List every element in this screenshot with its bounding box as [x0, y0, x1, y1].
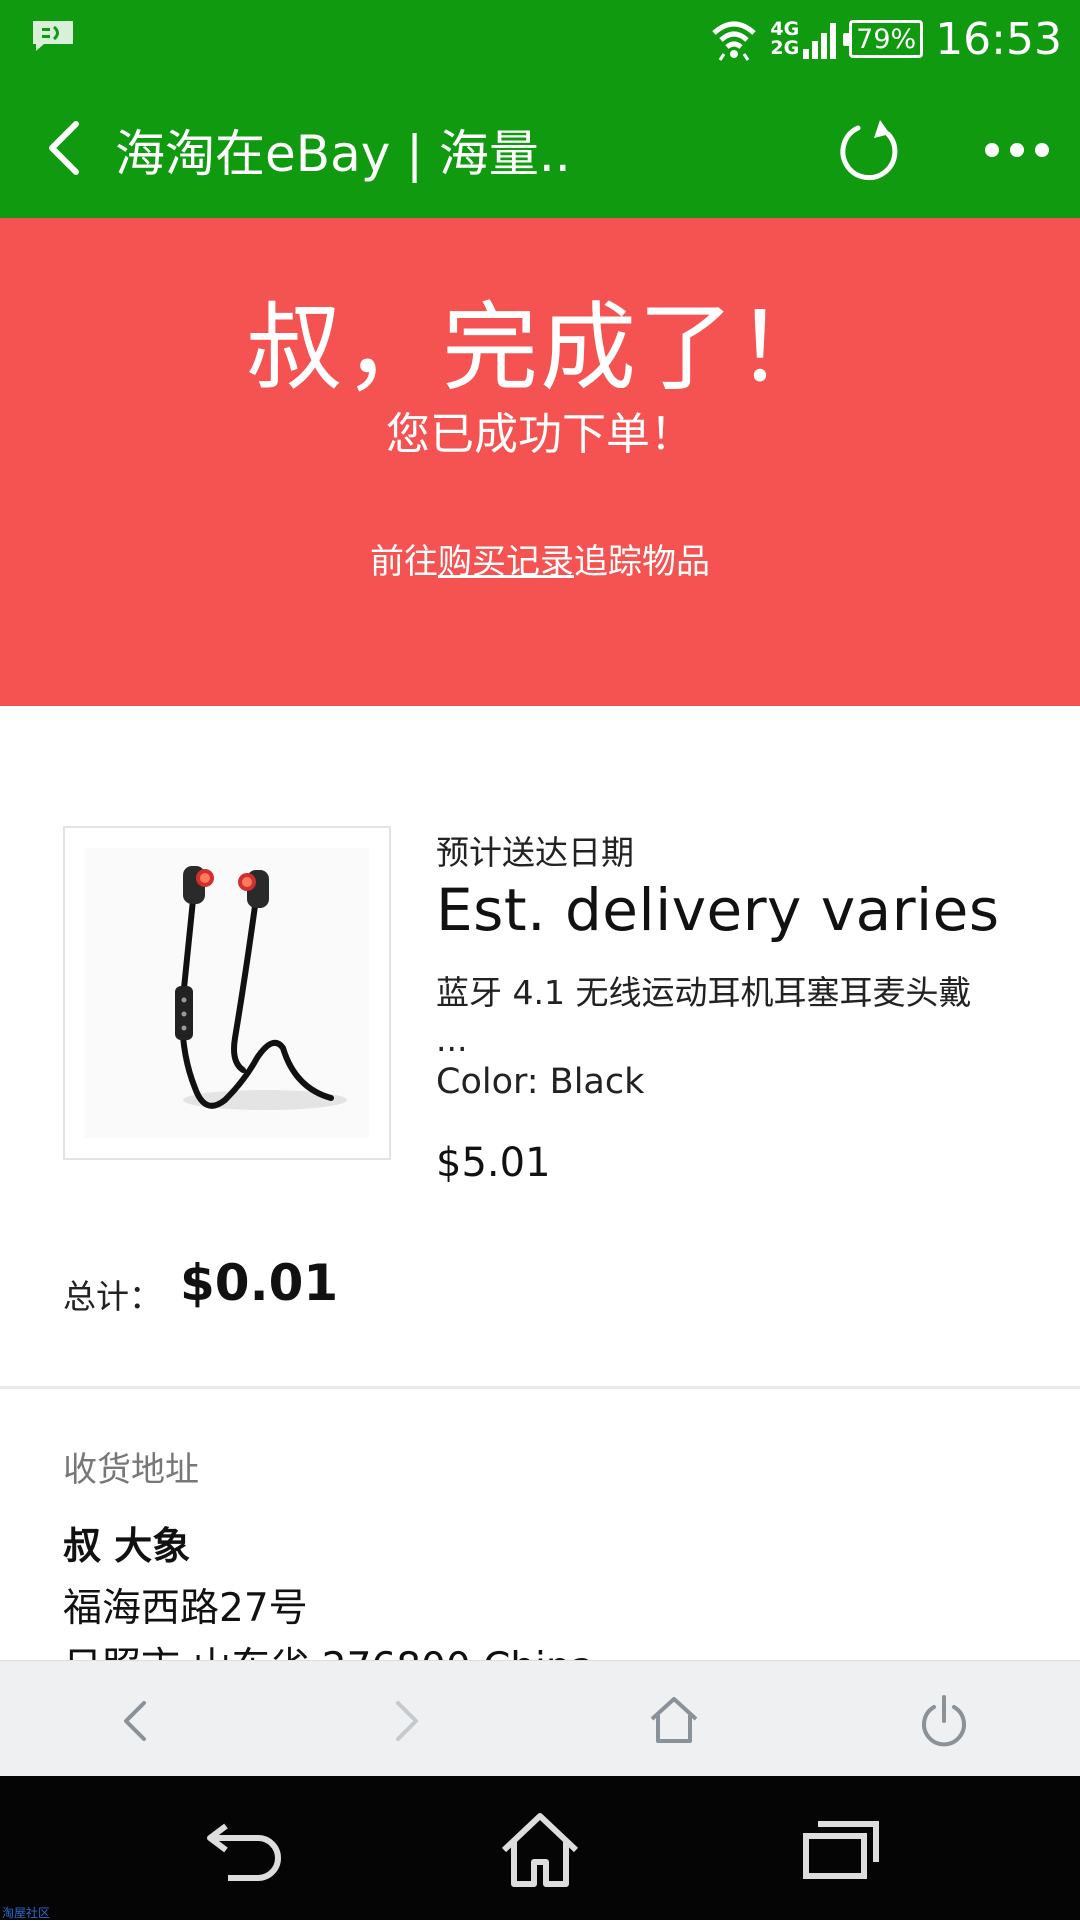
earphones-image	[85, 848, 369, 1138]
success-banner: 叔，完成了！ 您已成功下单！ 前往购买记录追踪物品	[0, 218, 1080, 706]
forward-icon[interactable]	[374, 1689, 438, 1753]
nav-back-icon[interactable]	[196, 1810, 292, 1890]
banner-subtitle: 您已成功下单！	[386, 409, 694, 460]
back-icon[interactable]	[104, 1689, 168, 1753]
shipping-address-label: 收货地址	[63, 1450, 199, 1490]
status-icons: 4G 2G 79% 16:53	[710, 10, 1062, 68]
network-bottom-label: 2G	[770, 37, 800, 59]
app-header: 海淘在eBay | 海量..	[0, 76, 1080, 218]
watermark: 淘屋社区	[2, 1906, 51, 1920]
page-title: 海淘在eBay | 海量..	[115, 125, 571, 183]
recipient-name: 叔 大象	[63, 1524, 191, 1568]
battery-level: 79%	[856, 23, 917, 55]
item-thumbnail[interactable]	[63, 826, 391, 1160]
network-indicator: 4G 2G	[770, 19, 837, 59]
item-color: Color: Black	[436, 1062, 645, 1102]
message-icon	[33, 21, 73, 51]
back-arrow-icon[interactable]	[36, 110, 100, 186]
section-divider	[0, 1386, 1080, 1389]
item-title[interactable]: 蓝牙 4.1 无线运动耳机耳塞耳麦头戴	[436, 970, 1036, 1016]
refresh-icon[interactable]	[836, 112, 908, 188]
home-icon[interactable]	[642, 1689, 706, 1753]
nav-home-icon[interactable]	[492, 1810, 588, 1890]
android-nav-bar	[0, 1776, 1080, 1920]
earphones-illustration	[175, 866, 347, 1110]
address-line-2-clip: 日照市 山东省 276800 China	[63, 1636, 963, 1660]
link-suffix: 追踪物品	[574, 542, 710, 582]
signal-icon	[803, 23, 837, 59]
total-value: $0.01	[180, 1254, 339, 1312]
item-price: $5.01	[436, 1140, 551, 1186]
more-dots-icon[interactable]	[982, 120, 1052, 180]
purchase-history-link[interactable]: 购买记录	[438, 542, 574, 582]
battery-icon: 79%	[843, 20, 924, 58]
browser-toolbar	[0, 1660, 1080, 1777]
link-prefix: 前往	[370, 542, 438, 582]
address-line-2: 日照市 山东省 276800 China	[63, 1636, 594, 1660]
banner-title: 叔，完成了！	[246, 292, 834, 404]
status-bar: 4G 2G 79% 16:53	[0, 0, 1080, 76]
delivery-label: 预计送达日期	[436, 833, 634, 872]
delivery-value: Est. delivery varies	[436, 876, 1000, 944]
address-line-1: 福海西路27号	[63, 1586, 308, 1631]
clock: 16:53	[935, 13, 1062, 65]
nav-recents-icon[interactable]	[790, 1810, 886, 1890]
total-label: 总计：	[63, 1277, 162, 1316]
purchase-history-prompt: 前往购买记录追踪物品	[0, 534, 1080, 583]
wifi-icon	[712, 21, 757, 61]
item-title-ellipsis: ...	[436, 1020, 468, 1059]
power-icon[interactable]	[912, 1689, 976, 1753]
